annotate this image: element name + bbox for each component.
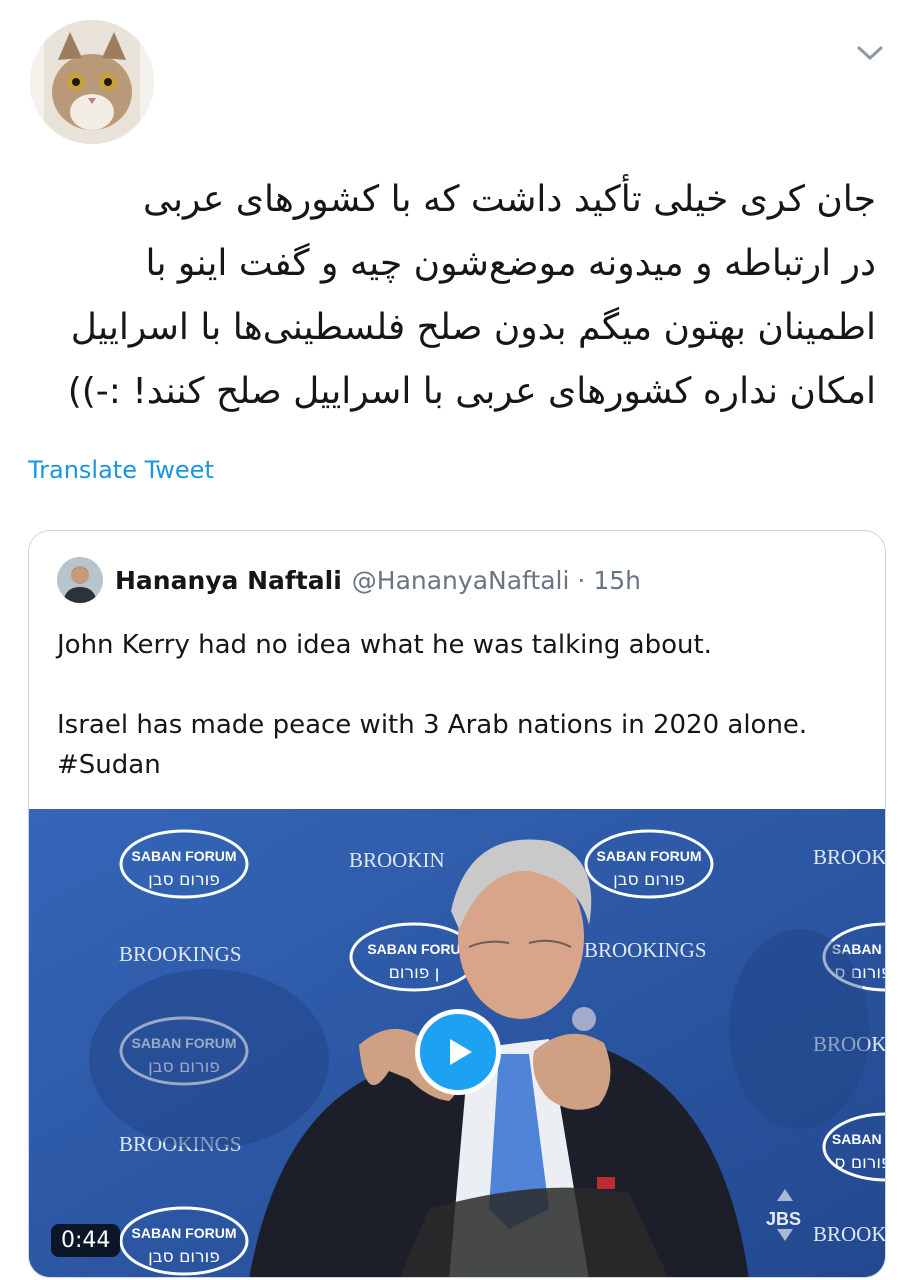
backdrop-text: SABAN FORU [367,941,460,957]
backdrop-text: SABAN FORUM [132,1225,237,1241]
tweet-text-line: امکان نداره کشورهای عربی با اسراییل صلح … [67,371,876,412]
translate-tweet-link[interactable]: Translate Tweet [28,456,214,484]
backdrop-text: פורום סבן [148,1247,220,1267]
backdrop-text: BROOK [813,1222,886,1246]
backdrop-text: BROOKIN [349,848,445,872]
cat-avatar-image [30,20,154,144]
quoted-tweet-header: Hananya Naftali @HananyaNaftali · 15h [57,557,641,603]
play-icon [450,1039,472,1065]
backdrop-text: פורום סבן [613,870,685,890]
tweet-text: جان کری خیلی تأکید داشت که با کشورهای عر… [28,168,876,424]
quoted-tweet-body: John Kerry had no idea what he was talki… [57,625,857,785]
header-separator: · [577,565,586,595]
quoted-body-line: John Kerry had no idea what he was talki… [57,630,712,660]
play-button[interactable] [415,1009,501,1095]
tweet-text-line: اطمینان بهتون میگم بدون صلح فلسطینی‌ها ب… [70,307,876,348]
tweet-text-line: جان کری خیلی تأکید داشت که با کشورهای عر… [142,179,876,220]
backdrop-text: BROOKINGS [119,942,242,966]
quoted-author-avatar[interactable] [57,557,103,603]
quoted-author-handle[interactable]: @HananyaNaftali [352,566,570,595]
watermark-text: JBS [766,1209,801,1229]
quoted-timestamp[interactable]: 15h [593,566,641,595]
quoted-author-name[interactable]: Hananya Naftali [115,566,342,595]
video-player[interactable]: BROOKIN BROOK BROOKINGS BROOKINGS BROOK … [29,809,886,1277]
tweet-text-line: در ارتباطه و میدونه موضع‌شون چیه و گفت ا… [145,243,876,284]
backdrop-text: ן פורום [389,963,440,983]
video-duration-badge: 0:44 [51,1224,121,1257]
quoted-body-line: Israel has made peace with 3 Arab nation… [57,710,808,740]
backdrop-text: SABAN FORUM [597,848,702,864]
hashtag-link[interactable]: #Sudan [57,745,857,785]
author-avatar[interactable] [30,20,154,144]
backdrop-text: BROOKINGS [584,938,707,962]
backdrop-text: SABAN FORUM [132,848,237,864]
backdrop-text: SABAN F [832,1131,886,1147]
backdrop-text: פורום סבן [148,870,220,890]
backdrop-text: פורום ס [834,1153,886,1173]
quoted-tweet-card[interactable]: Hananya Naftali @HananyaNaftali · 15h Jo… [28,530,886,1278]
backdrop-text: BROOK [813,845,886,869]
chevron-down-icon[interactable] [852,38,888,68]
